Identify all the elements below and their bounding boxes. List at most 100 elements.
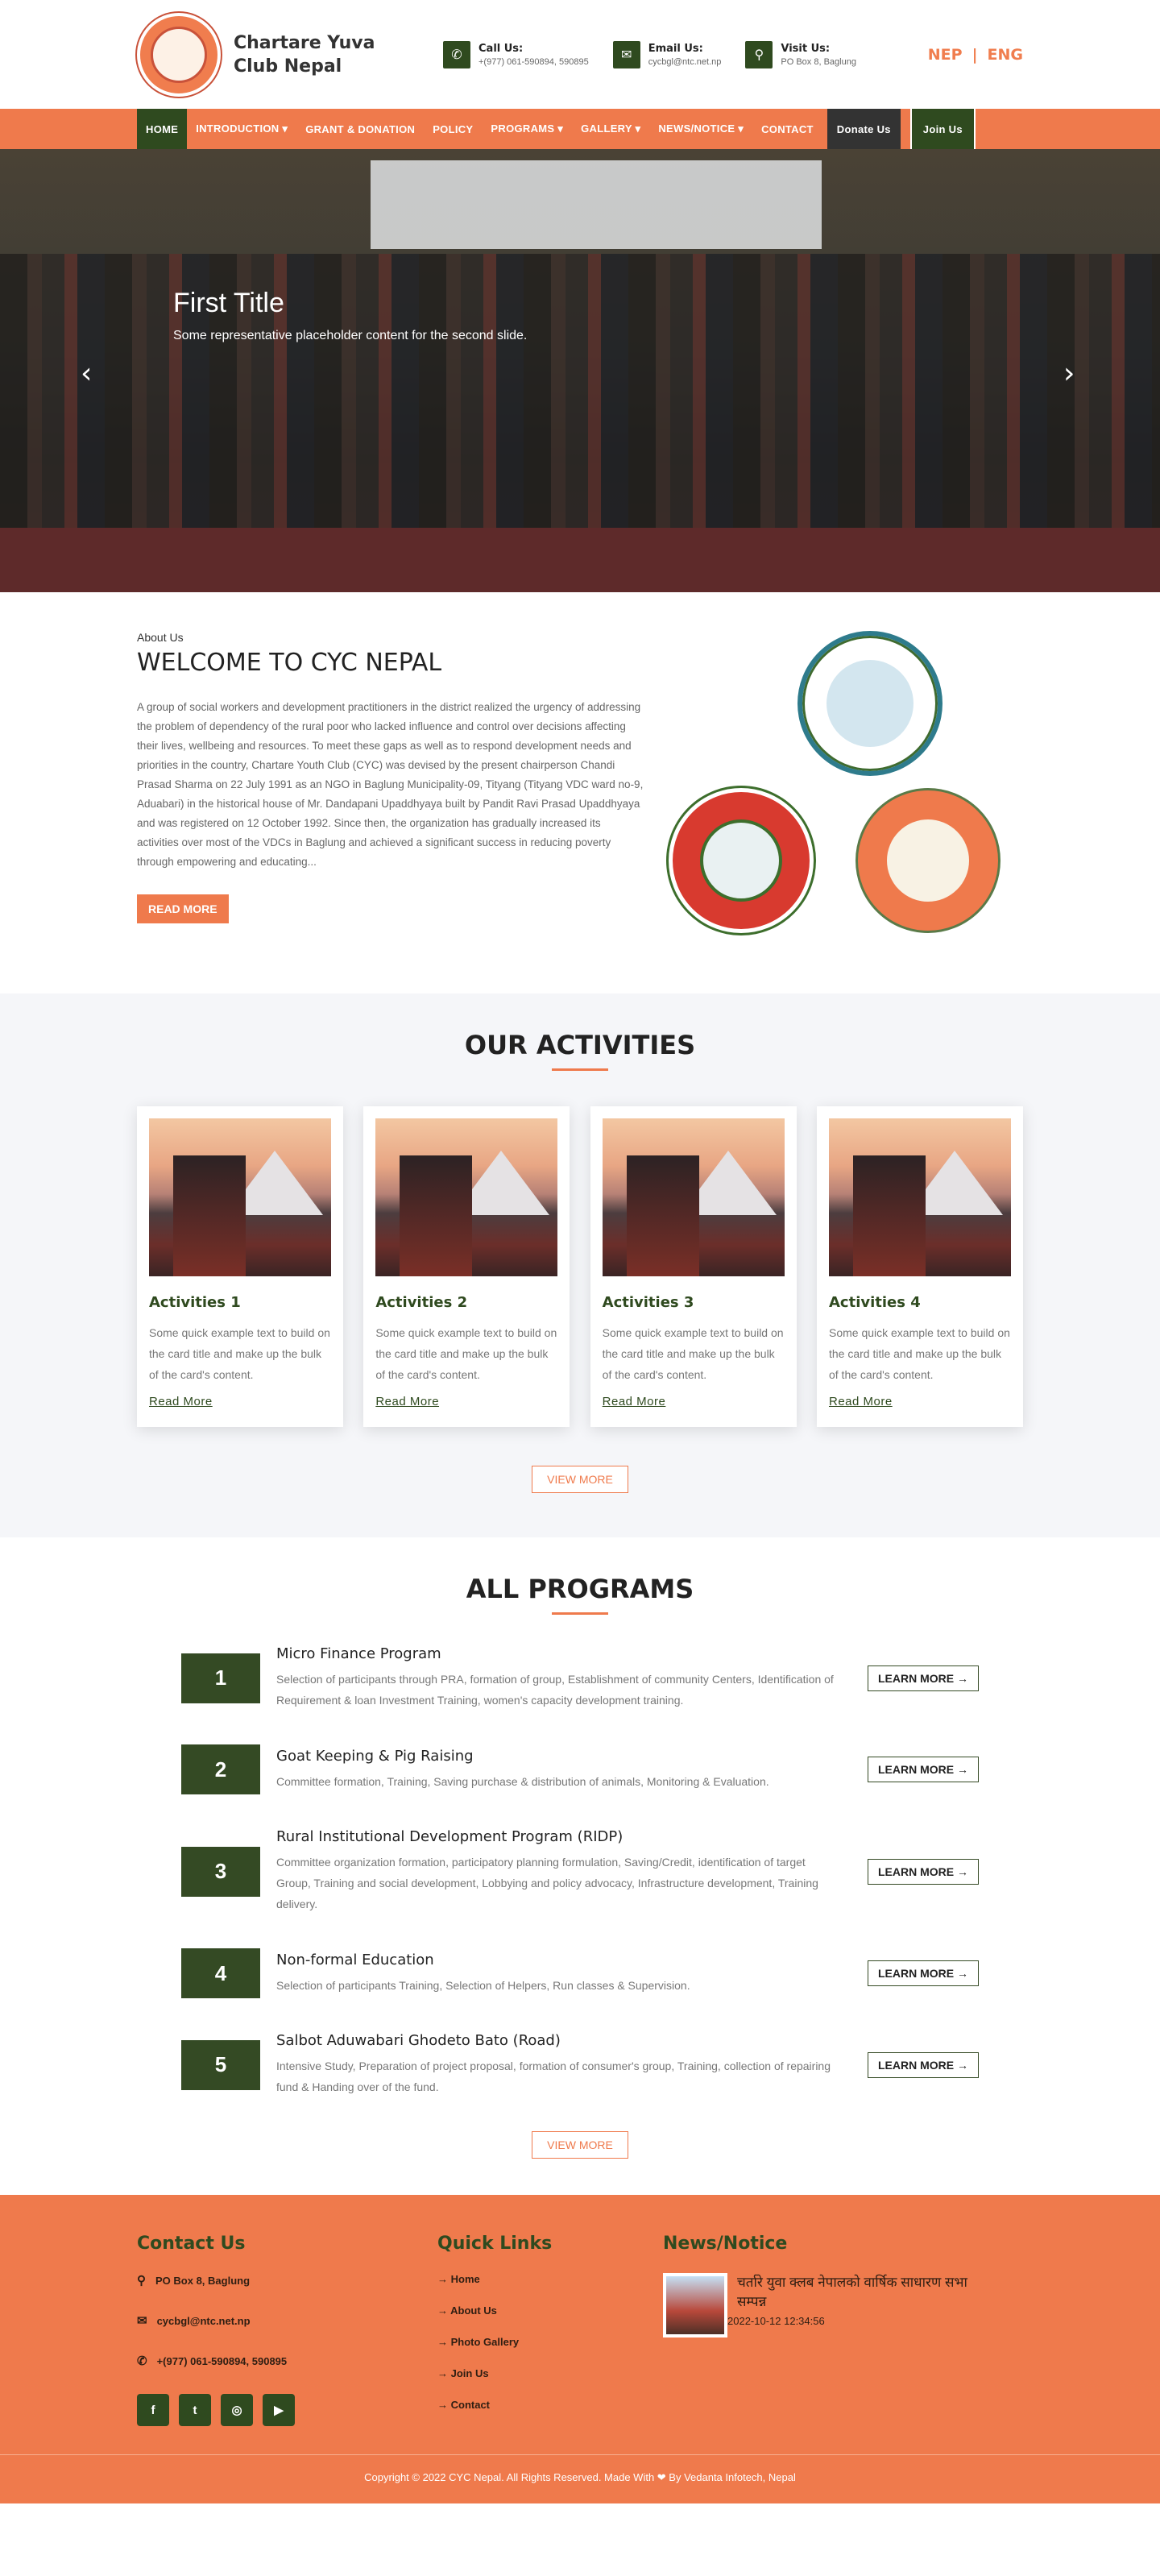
about-subtitle: About Us (137, 631, 184, 644)
footer: Contact Us ⚲ PO Box 8, Baglung ✉ cycbgl@nt… (0, 2195, 1160, 2454)
footer-contact-title: Contact Us (137, 2234, 246, 2254)
quick-links-title: Quick Links (437, 2234, 553, 2254)
hero-title: First Title (173, 288, 284, 318)
learn-more-button[interactable]: LEARN MORE → (868, 1757, 979, 1782)
title-underline (552, 1068, 608, 1071)
lang-eng[interactable]: ENG (988, 46, 1023, 64)
programs-title: ALL PROGRAMS (466, 1574, 694, 1604)
activity-image[interactable] (149, 1118, 331, 1276)
news-item[interactable]: चर्तारे युवा क्लब नेपालको वार्षिक साधारण… (663, 2273, 995, 2337)
news-item-title[interactable]: चर्तारे युवा क्लब नेपालको वार्षिक साधारण… (737, 2273, 995, 2312)
activity-title: Activities 1 (149, 1294, 241, 1311)
program-title: Micro Finance Program (276, 1645, 441, 1662)
learn-more-button[interactable]: LEARN MORE → (868, 1858, 979, 1885)
program-number: 2 (181, 1744, 260, 1794)
activities-view-more-button[interactable]: VIEW MORE (532, 1466, 628, 1493)
instagram-icon[interactable]: ◎ (221, 2394, 253, 2426)
nav-gallery[interactable]: GALLERY ▾ (572, 109, 649, 149)
activity-read-more-link[interactable]: Read More (829, 1395, 893, 1408)
read-more-button[interactable]: READ MORE (137, 894, 229, 923)
donate-button[interactable]: Donate Us (826, 109, 901, 149)
phone-icon: ✆ (137, 2354, 147, 2368)
about-section: About Us WELCOME TO CYC NEPAL A group of… (0, 592, 1160, 993)
footer-address: ⚲ PO Box 8, Baglung (137, 2273, 437, 2288)
lang-nep[interactable]: NEP (928, 46, 963, 64)
program-number: 3 (181, 1846, 260, 1897)
twitter-icon[interactable]: t (179, 2394, 211, 2426)
lang-separator: | (972, 45, 978, 64)
news-item-date: 2022-10-12 12:34:56 (727, 2315, 825, 2327)
activity-title: Activities 3 (602, 1294, 694, 1311)
quick-link-about[interactable]: → About Us (437, 2304, 663, 2317)
email-value[interactable]: cycbgl@ntc.net.np (648, 57, 722, 67)
programs-view-more-button[interactable]: VIEW MORE (532, 2131, 628, 2159)
activities-title: OUR ACTIVITIES (464, 1030, 696, 1060)
quick-link-contact[interactable]: → Contact (437, 2399, 663, 2411)
news-notice-title: News/Notice (663, 2234, 788, 2254)
activity-card: Activities 4 Some quick example text to … (816, 1106, 1023, 1427)
activity-image[interactable] (828, 1118, 1011, 1276)
footer-email-text[interactable]: cycbgl@ntc.net.np (157, 2315, 251, 2327)
carousel-next-icon[interactable]: › (1063, 357, 1075, 390)
program-title: Non-formal Education (276, 1951, 434, 1968)
cyc-logo[interactable] (137, 12, 221, 97)
nav-introduction[interactable]: INTRODUCTION ▾ (187, 109, 296, 149)
activity-title: Activities 2 (375, 1294, 468, 1311)
program-title: Goat Keeping & Pig Raising (276, 1747, 474, 1765)
location-pin-icon: ⚲ (745, 40, 773, 68)
cyc-seal-image (856, 788, 1000, 933)
hero-carousel: First Title Some representative placehol… (0, 149, 1160, 592)
program-text: Selection of participants Training, Sele… (276, 1978, 690, 1992)
visit-info: ⚲ Visit Us: PO Box 8, Baglung (745, 40, 856, 68)
language-switcher: NEP | ENG (928, 46, 1023, 64)
activity-text: Some quick example text to build on the … (828, 1326, 1010, 1381)
top-header: Chartare Yuva Club Nepal ✆ Call Us: +(977… (0, 0, 1160, 109)
envelope-icon: ✉ (612, 40, 640, 68)
quick-link-join[interactable]: → Join Us (437, 2367, 663, 2379)
activities-section: OUR ACTIVITIES Activities 1 Some quick e… (0, 993, 1160, 1537)
learn-more-button[interactable]: LEARN MORE → (868, 1960, 979, 1986)
footer-email: ✉ cycbgl@ntc.net.np (137, 2313, 437, 2328)
nav-policy[interactable]: POLICY (424, 109, 482, 149)
activity-image[interactable] (375, 1118, 558, 1276)
title-underline (552, 1612, 608, 1615)
activity-read-more-link[interactable]: Read More (603, 1395, 666, 1408)
learn-more-button[interactable]: LEARN MORE → (868, 2051, 979, 2078)
youtube-icon[interactable]: ▶ (263, 2394, 295, 2426)
program-title: Rural Institutional Development Program … (276, 1828, 624, 1845)
hero-photo-banner (371, 160, 822, 249)
partner-seals (669, 631, 1023, 953)
social-links: f t ◎ ▶ (137, 2394, 437, 2426)
call-label: Call Us: (478, 42, 524, 55)
learn-more-button[interactable]: LEARN MORE → (868, 1665, 979, 1691)
program-item: 2 Goat Keeping & Pig Raising Committee fo… (181, 1744, 979, 1794)
copyright-bar: Copyright © 2022 CYC Nepal. All Rights R… (0, 2454, 1160, 2503)
brand-name[interactable]: Chartare Yuva Club Nepal (234, 31, 419, 78)
nav-contact[interactable]: CONTACT (752, 109, 822, 149)
activity-image[interactable] (602, 1118, 785, 1276)
program-item: 4 Non-formal Education Selection of parti… (181, 1948, 979, 1998)
call-info: ✆ Call Us: +(977) 061-590894, 590895 (443, 40, 589, 68)
nav-home[interactable]: HOME (137, 109, 188, 149)
carousel-prev-icon[interactable]: ‹ (81, 357, 92, 390)
hero-caption: First Title Some representative placehol… (173, 288, 527, 343)
programs-section: ALL PROGRAMS 1 Micro Finance Program Sele… (0, 1537, 1160, 2195)
activity-read-more-link[interactable]: Read More (149, 1395, 213, 1408)
quick-link-photo-gallery[interactable]: → Photo Gallery (437, 2336, 663, 2348)
news-thumbnail[interactable] (663, 2273, 727, 2337)
call-value: +(977) 061-590894, 590895 (478, 56, 589, 67)
activity-read-more-link[interactable]: Read More (375, 1395, 439, 1408)
hero-text: Some representative placeholder content … (173, 329, 528, 342)
brand-line-1: Chartare Yuva (234, 32, 375, 53)
join-button[interactable]: Join Us (909, 109, 976, 149)
quick-link-home[interactable]: → Home (437, 2273, 663, 2285)
nav-news-notice[interactable]: NEWS/NOTICE ▾ (649, 109, 752, 149)
program-number: 5 (181, 2039, 260, 2090)
main-nav: HOME INTRODUCTION ▾ GRANT & DONATION POL… (0, 109, 1160, 149)
nav-programs[interactable]: PROGRAMS ▾ (482, 109, 572, 149)
email-label: Email Us: (648, 42, 703, 55)
about-title: WELCOME TO CYC NEPAL (137, 649, 442, 677)
nav-grant-donation[interactable]: GRANT & DONATION (296, 109, 424, 149)
facebook-icon[interactable]: f (137, 2394, 169, 2426)
envelope-icon: ✉ (137, 2314, 147, 2328)
